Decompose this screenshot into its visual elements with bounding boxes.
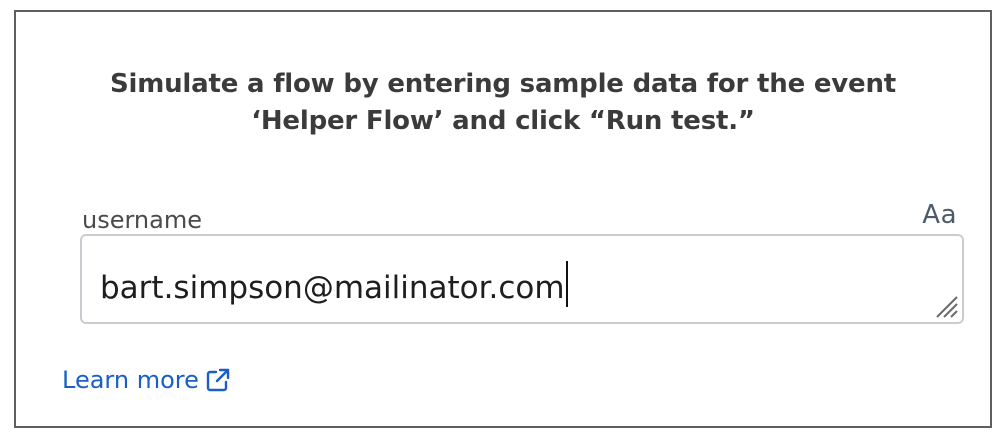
text-type-indicator: Aa bbox=[922, 200, 957, 230]
external-link-icon bbox=[206, 368, 230, 392]
username-input-value[interactable]: bart.simpson@mailinator.com bbox=[100, 261, 568, 307]
username-label: username bbox=[82, 206, 202, 234]
instructions-line-1: Simulate a flow by entering sample data … bbox=[109, 69, 897, 99]
learn-more-label: Learn more bbox=[62, 366, 199, 394]
username-input-text: bart.simpson@mailinator.com bbox=[100, 270, 565, 306]
instructions-line-2: ‘Helper Flow’ and click “Run test.” bbox=[251, 106, 755, 136]
test-flow-panel: Simulate a flow by entering sample data … bbox=[14, 10, 992, 428]
learn-more-link[interactable]: Learn more bbox=[62, 366, 231, 394]
username-input[interactable]: bart.simpson@mailinator.com bbox=[80, 234, 964, 324]
resize-grip-icon[interactable] bbox=[933, 293, 959, 319]
text-caret bbox=[565, 261, 568, 307]
instructions-heading: Simulate a flow by entering sample data … bbox=[56, 66, 950, 140]
